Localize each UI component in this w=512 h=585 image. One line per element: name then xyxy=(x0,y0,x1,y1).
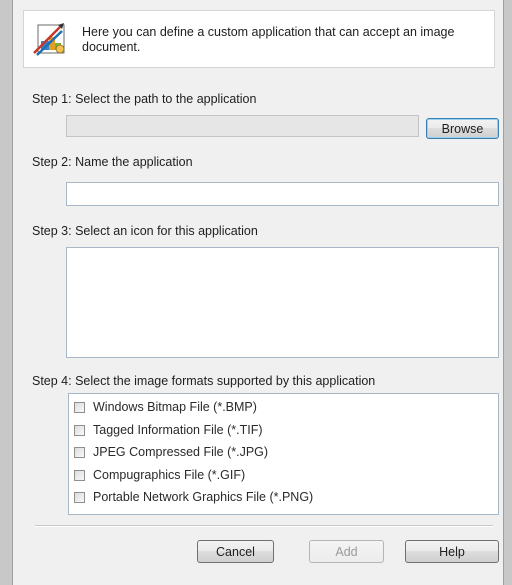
gif-label: Compugraphics File (*.GIF) xyxy=(93,468,246,482)
dialog-header: Here you can define a custom application… xyxy=(23,10,495,68)
image-format-list: Windows Bitmap File (*.BMP) Tagged Infor… xyxy=(68,393,499,515)
application-path-field[interactable] xyxy=(66,115,419,137)
format-item-gif[interactable]: Compugraphics File (*.GIF) xyxy=(74,466,245,484)
cancel-button[interactable]: Cancel xyxy=(197,540,274,563)
bmp-label: Windows Bitmap File (*.BMP) xyxy=(93,400,257,414)
jpg-label: JPEG Compressed File (*.JPG) xyxy=(93,445,269,459)
png-checkbox[interactable] xyxy=(74,491,85,503)
browse-button[interactable]: Browse xyxy=(426,118,499,139)
custom-application-dialog: Here you can define a custom application… xyxy=(12,0,504,585)
gif-checkbox[interactable] xyxy=(74,469,85,481)
png-label: Portable Network Graphics File (*.PNG) xyxy=(93,490,314,504)
tif-label: Tagged Information File (*.TIF) xyxy=(93,423,263,437)
application-name-field[interactable] xyxy=(66,182,499,206)
help-button[interactable]: Help xyxy=(405,540,499,563)
step3-label: Step 3: Select an icon for this applicat… xyxy=(32,224,258,238)
button-separator xyxy=(35,525,493,527)
add-button[interactable]: Add xyxy=(309,540,384,563)
dialog-description: Here you can define a custom application… xyxy=(82,25,455,54)
step2-label: Step 2: Name the application xyxy=(32,155,193,169)
icon-selection-box[interactable] xyxy=(66,247,499,358)
bmp-checkbox[interactable] xyxy=(74,401,85,413)
step4-label: Step 4: Select the image formats support… xyxy=(32,374,376,388)
format-item-tif[interactable]: Tagged Information File (*.TIF) xyxy=(74,421,263,439)
format-item-png[interactable]: Portable Network Graphics File (*.PNG) xyxy=(74,488,313,506)
tif-checkbox[interactable] xyxy=(74,424,85,436)
format-item-bmp[interactable]: Windows Bitmap File (*.BMP) xyxy=(74,398,257,416)
step1-label: Step 1: Select the path to the applicati… xyxy=(32,92,257,106)
format-item-jpg[interactable]: JPEG Compressed File (*.JPG) xyxy=(74,443,268,461)
window-frame-right xyxy=(504,0,512,585)
jpg-checkbox[interactable] xyxy=(74,446,85,458)
custom-application-icon xyxy=(32,21,68,57)
window-frame-left xyxy=(0,0,12,585)
